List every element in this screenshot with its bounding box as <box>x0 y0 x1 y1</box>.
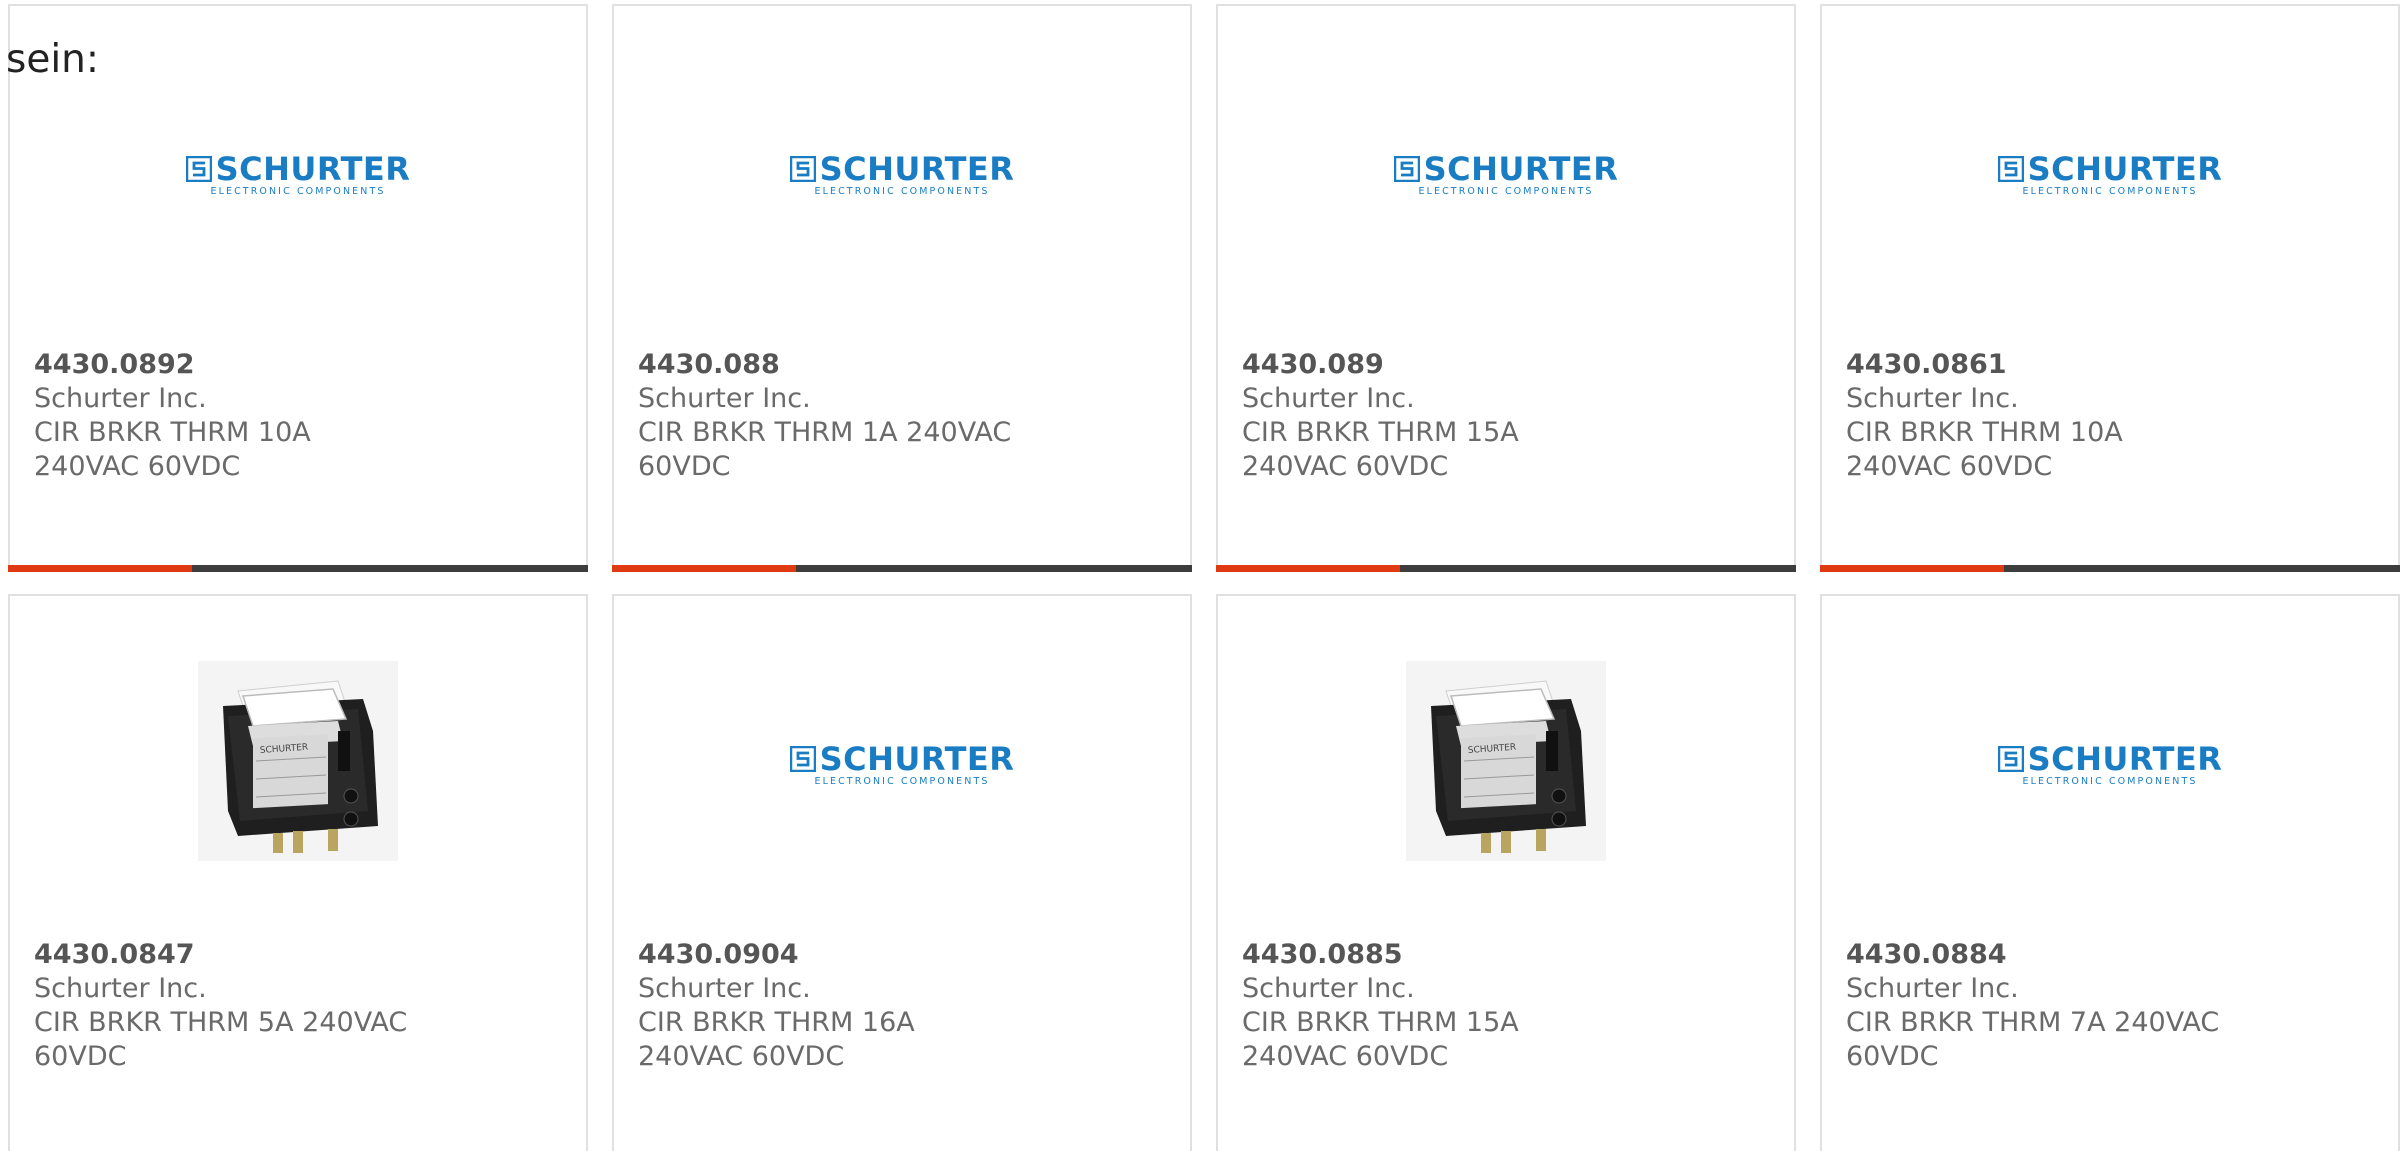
part-number[interactable]: 4430.0861 <box>1846 348 2378 382</box>
manufacturer: Schurter Inc. <box>638 973 811 1004</box>
manufacturer: Schurter Inc. <box>1242 973 1415 1004</box>
schurter-logo: SCHURTER ELECTRONIC COMPONENTS <box>1997 743 2223 787</box>
description: CIR BRKR THRM 7A 240VAC 60VDC <box>1846 1007 2220 1072</box>
product-grid: SCHURTER ELECTRONIC COMPONENTS 4430.0892… <box>0 0 2400 1151</box>
product-image: SCHURTER ELECTRONIC COMPONENTS <box>614 596 1190 926</box>
manufacturer: Schurter Inc. <box>638 383 811 414</box>
description: CIR BRKR THRM 1A 240VAC 60VDC <box>638 417 1012 482</box>
product-card[interactable]: SCHURTER ELECTRONIC COMPONENTS 4430.088 … <box>612 4 1192 572</box>
schurter-logo: SCHURTER ELECTRONIC COMPONENTS <box>789 153 1015 197</box>
product-image: SCHURTER ELECTRONIC COMPONENTS <box>1218 6 1794 336</box>
schurter-logo: SCHURTER ELECTRONIC COMPONENTS <box>1393 153 1619 197</box>
part-number[interactable]: 4430.0884 <box>1846 938 2378 972</box>
product-card[interactable]: SCHURTER ELECTRONIC COMPONENTS 4430.0892… <box>8 4 588 572</box>
intro-text: sein: <box>6 37 100 82</box>
schurter-s-icon <box>1393 156 1420 182</box>
rocker-switch-photo: SCHURTER <box>198 661 398 861</box>
description: CIR BRKR THRM 10A 240VAC 60VDC <box>34 417 311 482</box>
product-image: SCHURTER ELECTRONIC COMPONENTS <box>1822 596 2398 926</box>
part-number[interactable]: 4430.0847 <box>34 938 566 972</box>
manufacturer: Schurter Inc. <box>34 383 207 414</box>
description: CIR BRKR THRM 15A 240VAC 60VDC <box>1242 417 1519 482</box>
schurter-s-icon <box>1997 156 2024 182</box>
part-number[interactable]: 4430.089 <box>1242 348 1774 382</box>
product-image: SCHURTER <box>10 596 586 926</box>
part-number[interactable]: 4430.0892 <box>34 348 566 382</box>
card-accent-bar <box>612 565 1192 572</box>
product-card[interactable]: SCHURTER 4430.0847 Schurter Inc. CIR BRK… <box>8 594 588 1151</box>
product-card[interactable]: SCHURTER ELECTRONIC COMPONENTS 4430.089 … <box>1216 4 1796 572</box>
description: CIR BRKR THRM 15A 240VAC 60VDC <box>1242 1007 1519 1072</box>
manufacturer: Schurter Inc. <box>34 973 207 1004</box>
product-grid-page: sein: SCHURTER ELECTRONIC COMPONENTS 443… <box>0 0 2400 1151</box>
part-number[interactable]: 4430.0885 <box>1242 938 1774 972</box>
part-number[interactable]: 4430.0904 <box>638 938 1170 972</box>
schurter-logo: SCHURTER ELECTRONIC COMPONENTS <box>789 743 1015 787</box>
card-accent-bar <box>1216 565 1796 572</box>
product-card[interactable]: SCHURTER ELECTRONIC COMPONENTS 4430.0904… <box>612 594 1192 1151</box>
schurter-logo: SCHURTER ELECTRONIC COMPONENTS <box>1997 153 2223 197</box>
manufacturer: Schurter Inc. <box>1242 383 1415 414</box>
schurter-logo: SCHURTER ELECTRONIC COMPONENTS <box>185 153 411 197</box>
card-accent-bar <box>8 565 588 572</box>
description: CIR BRKR THRM 5A 240VAC 60VDC <box>34 1007 408 1072</box>
product-card[interactable]: SCHURTER ELECTRONIC COMPONENTS 4430.0884… <box>1820 594 2400 1151</box>
schurter-s-icon <box>789 156 816 182</box>
schurter-s-icon <box>185 156 212 182</box>
product-card[interactable]: SCHURTER 4430.0885 Schurter Inc. CIR BRK… <box>1216 594 1796 1151</box>
product-image: SCHURTER <box>1218 596 1794 926</box>
product-image: SCHURTER ELECTRONIC COMPONENTS <box>1822 6 2398 336</box>
description: CIR BRKR THRM 10A 240VAC 60VDC <box>1846 417 2123 482</box>
card-accent-bar <box>1820 565 2400 572</box>
manufacturer: Schurter Inc. <box>1846 973 2019 1004</box>
product-image: SCHURTER ELECTRONIC COMPONENTS <box>614 6 1190 336</box>
manufacturer: Schurter Inc. <box>1846 383 2019 414</box>
rocker-switch-photo: SCHURTER <box>1406 661 1606 861</box>
schurter-s-icon <box>1997 746 2024 772</box>
part-number[interactable]: 4430.088 <box>638 348 1170 382</box>
description: CIR BRKR THRM 16A 240VAC 60VDC <box>638 1007 915 1072</box>
schurter-s-icon <box>789 746 816 772</box>
product-card[interactable]: SCHURTER ELECTRONIC COMPONENTS 4430.0861… <box>1820 4 2400 572</box>
